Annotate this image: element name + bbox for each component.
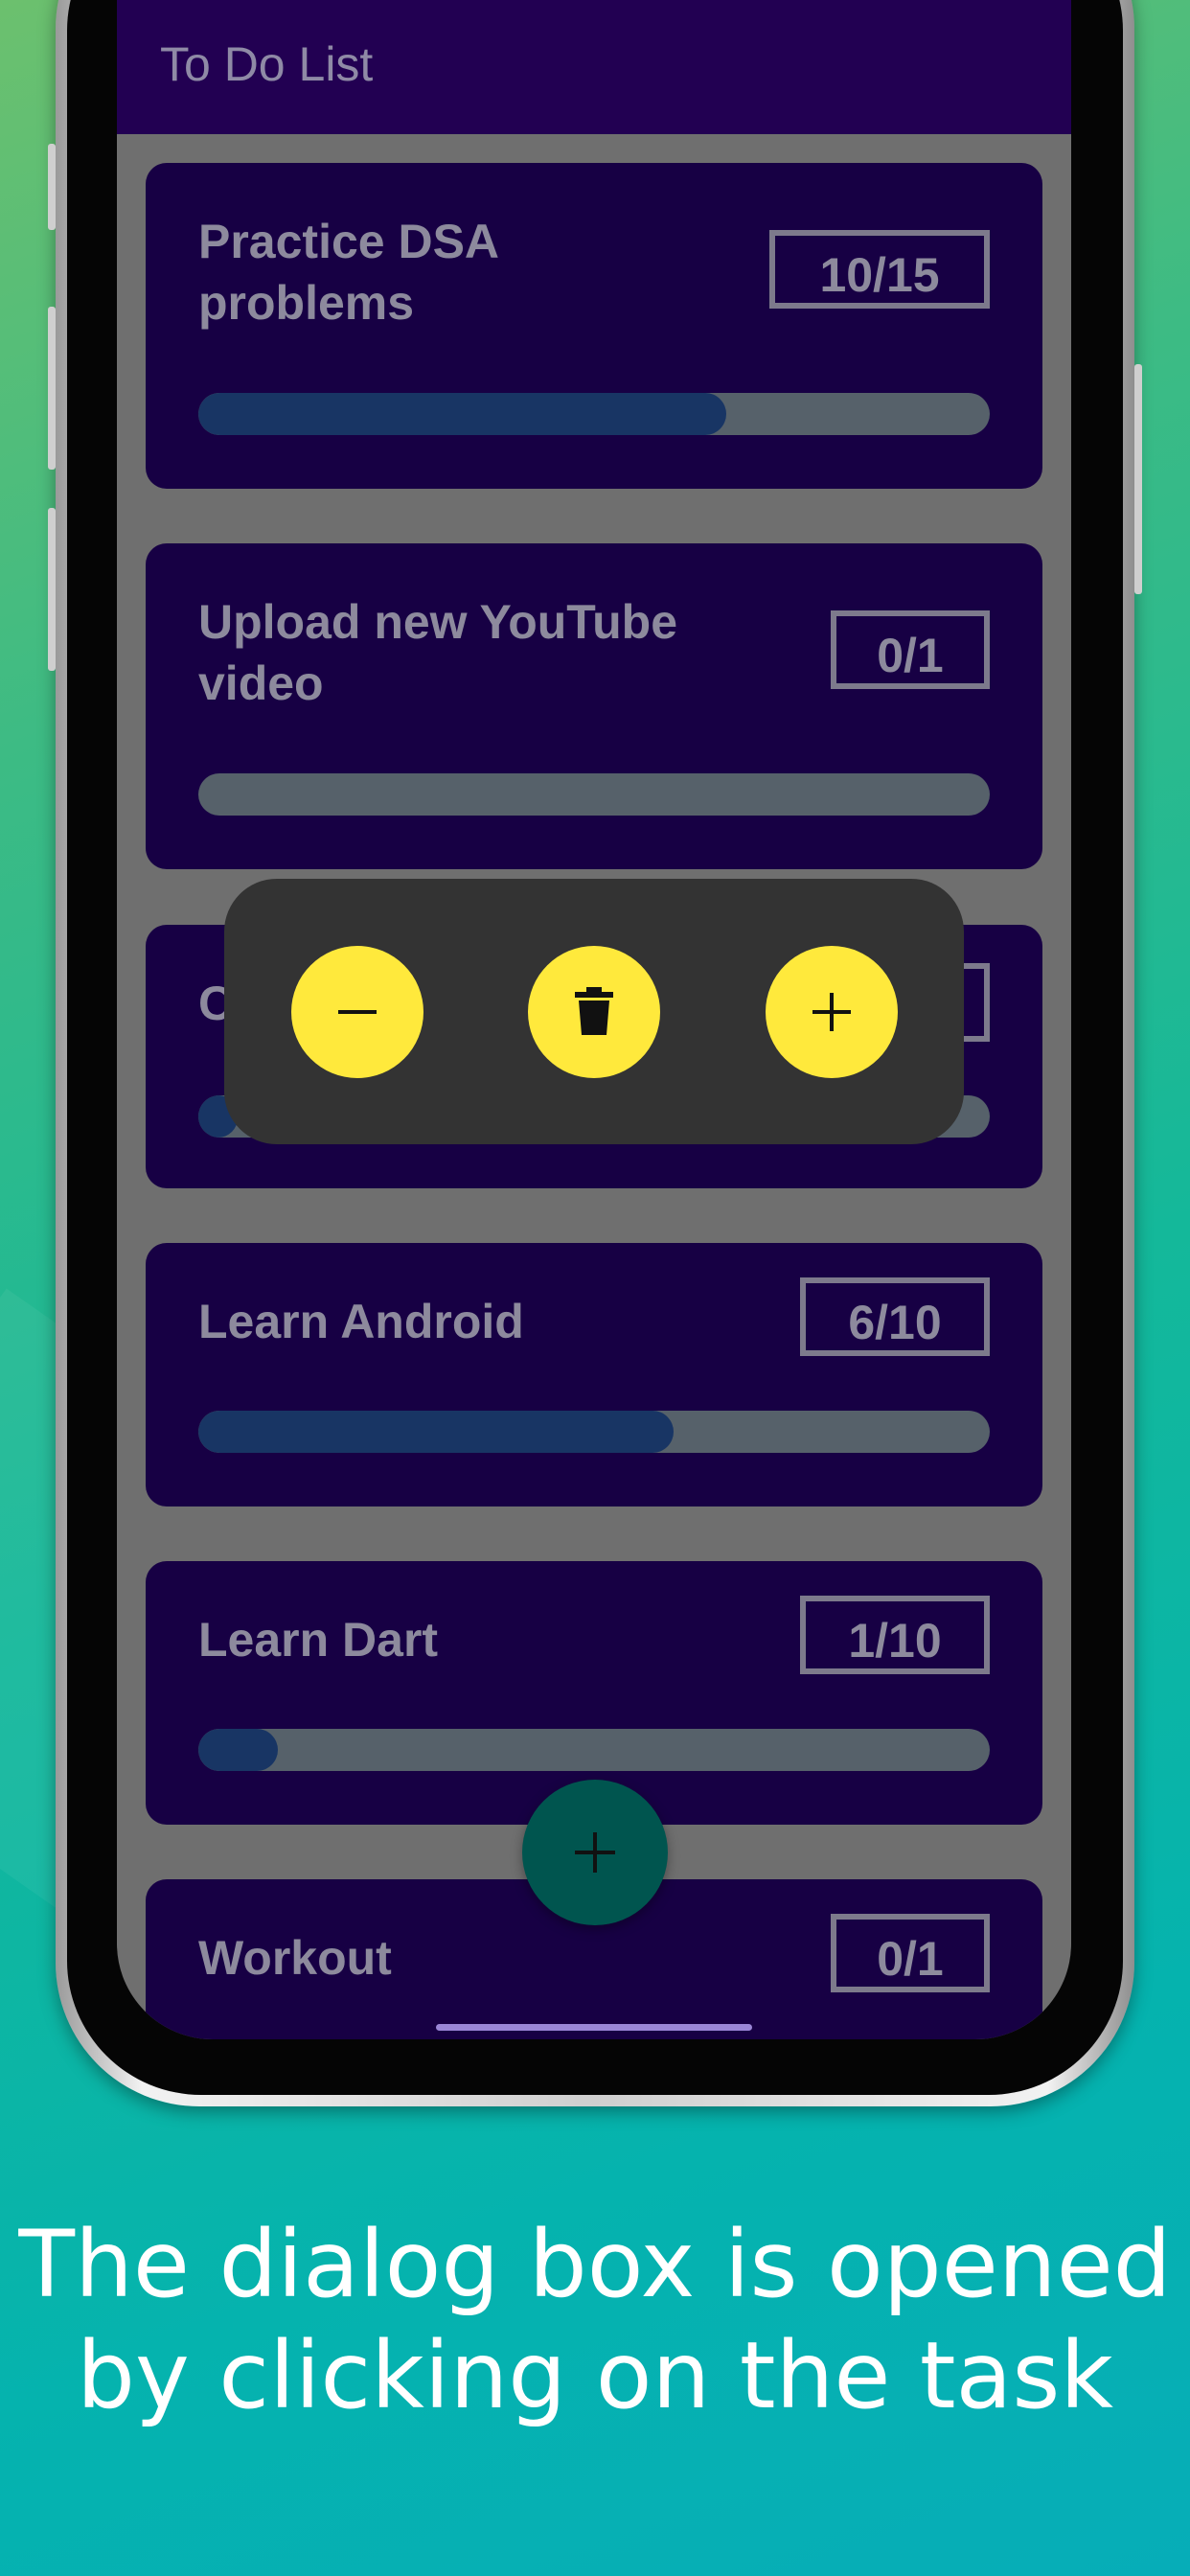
- task-title-line: Learn Android: [198, 1295, 524, 1348]
- add-task-fab[interactable]: [522, 1780, 668, 1925]
- task-title-line: Workout: [198, 1931, 392, 1985]
- phone-volume-up-button: [48, 307, 56, 470]
- trash-icon: [575, 987, 613, 1035]
- task-title: Upload new YouTube video: [198, 591, 677, 714]
- task-card[interactable]: Upload new YouTube video 0/1: [146, 543, 1042, 869]
- task-progress-bar: [198, 1729, 990, 1771]
- app-title: To Do List: [160, 37, 374, 91]
- phone-volume-down-button: [48, 508, 56, 671]
- task-title-line: problems: [198, 276, 415, 330]
- task-count-badge: 0/1: [831, 610, 990, 689]
- task-title-line: Upload new YouTube: [198, 595, 677, 649]
- task-progress-bar: [198, 393, 990, 435]
- task-progress-bar: [198, 1411, 990, 1453]
- task-title: Learn Android: [198, 1291, 524, 1352]
- plus-icon: [575, 1832, 615, 1873]
- task-count-badge: 0/1: [831, 1914, 990, 1992]
- task-count-badge: 6/10: [800, 1277, 990, 1356]
- task-count-badge: 10/15: [769, 230, 990, 309]
- caption-line: The dialog box is opened: [18, 2211, 1172, 2318]
- app-bar: To Do List: [117, 0, 1071, 134]
- task-progress-fill: [198, 393, 726, 435]
- home-indicator[interactable]: [436, 2024, 752, 2031]
- caption-line: by clicking on the task: [77, 2322, 1113, 2429]
- task-title: Practice DSA problems: [198, 211, 499, 334]
- task-card[interactable]: Practice DSA problems 10/15: [146, 163, 1042, 489]
- promo-caption: The dialog box is opened by clicking on …: [0, 2209, 1190, 2431]
- task-title: Workout: [198, 1927, 392, 1989]
- plus-icon: [812, 993, 851, 1031]
- task-progress-fill: [198, 1411, 674, 1453]
- task-title-line: Practice DSA: [198, 215, 500, 268]
- task-title-line: video: [198, 656, 324, 710]
- task-progress-fill: [198, 1729, 278, 1771]
- minus-icon: [338, 1010, 377, 1014]
- task-count-badge: 1/10: [800, 1596, 990, 1674]
- task-title-line: Learn Dart: [198, 1613, 439, 1667]
- task-action-dialog: [224, 879, 964, 1144]
- decrement-button[interactable]: [291, 946, 423, 1078]
- increment-button[interactable]: [766, 946, 898, 1078]
- task-card[interactable]: Learn Android 6/10: [146, 1243, 1042, 1506]
- phone-side-button: [48, 144, 56, 230]
- phone-power-button: [1134, 364, 1142, 594]
- task-progress-bar: [198, 773, 990, 816]
- task-title: Learn Dart: [198, 1609, 438, 1670]
- delete-button[interactable]: [528, 946, 660, 1078]
- app-screen: To Do List Practice DSA problems 10/15 U…: [117, 0, 1071, 2039]
